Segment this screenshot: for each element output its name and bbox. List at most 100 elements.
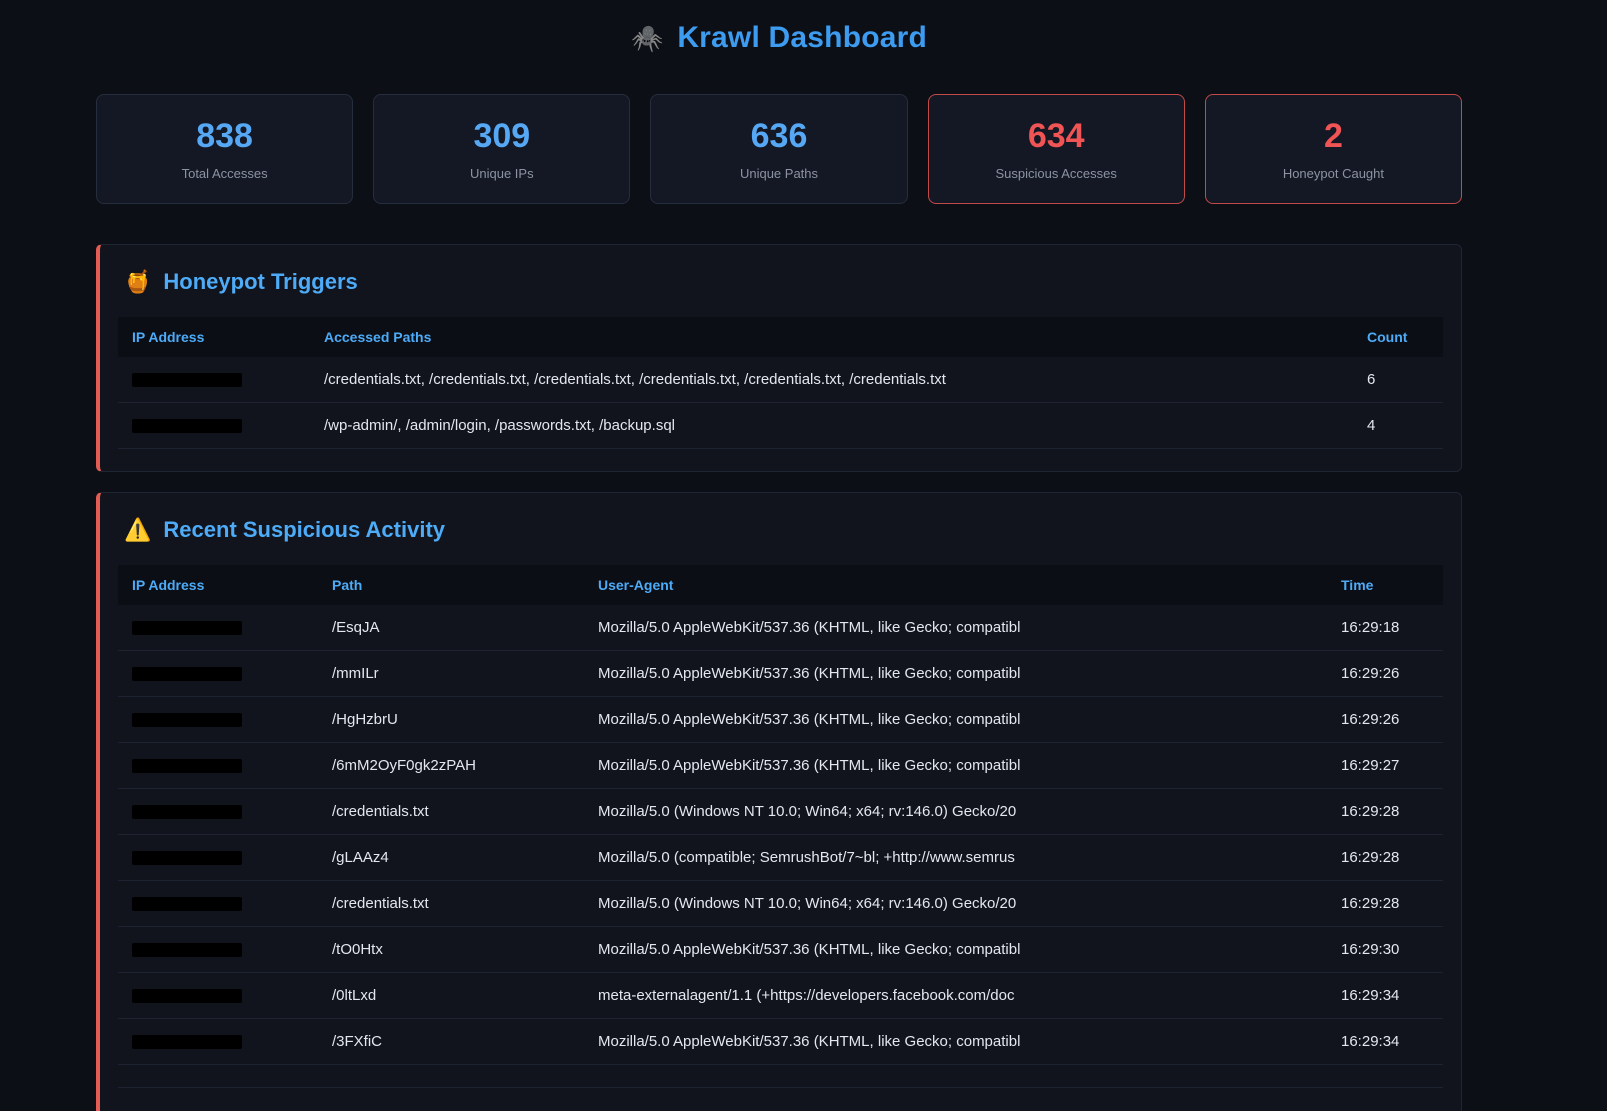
table-row: /6mM2OyF0gk2zPAHMozilla/5.0 AppleWebKit/…: [118, 743, 1443, 789]
table-row: /EsqJAMozilla/5.0 AppleWebKit/537.36 (KH…: [118, 605, 1443, 651]
cell-path: /HgHzbrU: [318, 697, 584, 743]
redacted-ip: [132, 419, 242, 433]
column-header-path: Path: [318, 565, 584, 605]
cell-ip: [118, 881, 318, 927]
cell-count: 6: [1353, 357, 1443, 403]
cell-path: /3FXfiC: [318, 1019, 584, 1065]
cell-time: 16:29:26: [1327, 651, 1443, 697]
cell-ip: [118, 605, 318, 651]
honeypot-table-wrap: IP AddressAccessed PathsCount /credentia…: [118, 317, 1443, 449]
column-header-ip-address: IP Address: [118, 317, 310, 357]
stat-label-honeypot-caught: Honeypot Caught: [1283, 166, 1384, 181]
redacted-ip: [132, 805, 242, 819]
cell-path: /gLAAz4: [318, 835, 584, 881]
cell-ip: [118, 651, 318, 697]
table-row: /mmILrMozilla/5.0 AppleWebKit/537.36 (KH…: [118, 651, 1443, 697]
suspicious-activity-panel: ⚠️ Recent Suspicious Activity IP Address…: [96, 492, 1462, 1111]
cell-user-agent: Mozilla/5.0 (Windows NT 10.0; Win64; x64…: [584, 881, 1327, 927]
stat-card-honeypot-caught: 2 Honeypot Caught: [1205, 94, 1462, 204]
cell-ip: [118, 835, 318, 881]
table-row: /0ltLxdmeta-externalagent/1.1 (+https://…: [118, 973, 1443, 1019]
cell-user-agent: Mozilla/5.0 (Windows NT 10.0; Win64; x64…: [584, 789, 1327, 835]
cell-time: 16:29:28: [1327, 881, 1443, 927]
cell-user-agent: Mozilla/5.0 AppleWebKit/537.36 (KHTML, l…: [584, 927, 1327, 973]
redacted-ip: [132, 1035, 242, 1049]
redacted-ip: [132, 851, 242, 865]
cell-time: 16:29:28: [1327, 835, 1443, 881]
stats-row: 838Total Accesses309Unique IPs636Unique …: [96, 94, 1462, 204]
column-header-count: Count: [1353, 317, 1443, 357]
cell-time: 16:29:28: [1327, 789, 1443, 835]
cell-user-agent: Mozilla/5.0 AppleWebKit/537.36 (KHTML, l…: [584, 605, 1327, 651]
cell-ip: [118, 973, 318, 1019]
cell-path: /mmILr: [318, 651, 584, 697]
table-row: /wp-admin/, /admin/login, /passwords.txt…: [118, 403, 1443, 449]
redacted-ip: [132, 943, 242, 957]
cell-path: /EsqJA: [318, 605, 584, 651]
stat-card-total-accesses: 838Total Accesses: [96, 94, 353, 204]
table-row: /credentials.txtMozilla/5.0 (Windows NT …: [118, 789, 1443, 835]
cell-ip: [118, 697, 318, 743]
cell-user-agent: Mozilla/5.0 AppleWebKit/537.36 (KHTML, l…: [584, 743, 1327, 789]
redacted-ip: [132, 621, 242, 635]
cell-path: /credentials.txt: [318, 789, 584, 835]
column-header-time: Time: [1327, 565, 1443, 605]
redacted-ip: [132, 713, 242, 727]
spider-icon: 🕷️: [631, 23, 663, 54]
cell-ip: [118, 743, 318, 789]
cell-ip: [118, 403, 310, 449]
cell-time: 16:29:26: [1327, 697, 1443, 743]
cell-count: 4: [1353, 403, 1443, 449]
cell-user-agent: meta-externalagent/1.1 (+https://develop…: [584, 973, 1327, 1019]
column-header-user-agent: User-Agent: [584, 565, 1327, 605]
column-header-ip-address: IP Address: [118, 565, 318, 605]
cell-ip: [118, 357, 310, 403]
honeypot-icon: 🍯: [124, 269, 151, 295]
cell-user-agent: Mozilla/5.0 AppleWebKit/537.36 (KHTML, l…: [584, 697, 1327, 743]
stat-card-suspicious-accesses: 634Suspicious Accesses: [928, 94, 1185, 204]
redacted-ip: [132, 897, 242, 911]
redacted-ip: [132, 667, 242, 681]
suspicious-header-row: IP AddressPathUser-AgentTime: [118, 565, 1443, 605]
table-row: /HgHzbrUMozilla/5.0 AppleWebKit/537.36 (…: [118, 697, 1443, 743]
cell-time: 16:29:27: [1327, 743, 1443, 789]
stat-value-total-accesses: 838: [196, 117, 253, 156]
honeypot-table: IP AddressAccessed PathsCount /credentia…: [118, 317, 1443, 449]
suspicious-activity-table: IP AddressPathUser-AgentTime /EsqJAMozil…: [118, 565, 1443, 1065]
cell-path: /tO0Htx: [318, 927, 584, 973]
cell-path: /0ltLxd: [318, 973, 584, 1019]
stat-value-honeypot-caught: 2: [1324, 117, 1343, 156]
cell-ip: [118, 789, 318, 835]
cell-user-agent: Mozilla/5.0 (compatible; SemrushBot/7~bl…: [584, 835, 1327, 881]
cell-path: /credentials.txt: [318, 881, 584, 927]
table-row: /credentials.txt, /credentials.txt, /cre…: [118, 357, 1443, 403]
table-row: /gLAAz4Mozilla/5.0 (compatible; SemrushB…: [118, 835, 1443, 881]
stat-label-suspicious-accesses: Suspicious Accesses: [996, 166, 1117, 181]
table-row: /3FXfiCMozilla/5.0 AppleWebKit/537.36 (K…: [118, 1019, 1443, 1065]
suspicious-panel-title: ⚠️ Recent Suspicious Activity: [118, 517, 1443, 543]
cell-time: 16:29:34: [1327, 973, 1443, 1019]
redacted-ip: [132, 759, 242, 773]
suspicious-table-wrap: IP AddressPathUser-AgentTime /EsqJAMozil…: [118, 565, 1443, 1088]
stat-label-unique-paths: Unique Paths: [740, 166, 818, 181]
honeypot-panel: 🍯 Honeypot Triggers IP AddressAccessed P…: [96, 244, 1462, 472]
table-row: /tO0HtxMozilla/5.0 AppleWebKit/537.36 (K…: [118, 927, 1443, 973]
column-header-accessed-paths: Accessed Paths: [310, 317, 1353, 357]
cell-paths: /credentials.txt, /credentials.txt, /cre…: [310, 357, 1353, 403]
cell-time: 16:29:18: [1327, 605, 1443, 651]
stat-card-unique-paths: 636Unique Paths: [650, 94, 907, 204]
cell-time: 16:29:34: [1327, 1019, 1443, 1065]
warning-icon: ⚠️: [124, 517, 151, 543]
cell-user-agent: Mozilla/5.0 AppleWebKit/537.36 (KHTML, l…: [584, 1019, 1327, 1065]
stat-card-unique-ips: 309Unique IPs: [373, 94, 630, 204]
dashboard-container: 🕷️ Krawl Dashboard 838Total Accesses309U…: [96, 0, 1462, 1111]
redacted-ip: [132, 989, 242, 1003]
honeypot-header-row: IP AddressAccessed PathsCount: [118, 317, 1443, 357]
honeypot-title: Honeypot Triggers: [163, 269, 357, 295]
honeypot-panel-title: 🍯 Honeypot Triggers: [118, 269, 1443, 295]
stat-label-unique-ips: Unique IPs: [470, 166, 534, 181]
page-title: Krawl Dashboard: [677, 21, 927, 55]
cell-time: 16:29:30: [1327, 927, 1443, 973]
suspicious-title: Recent Suspicious Activity: [163, 517, 445, 543]
redacted-ip: [132, 373, 242, 387]
